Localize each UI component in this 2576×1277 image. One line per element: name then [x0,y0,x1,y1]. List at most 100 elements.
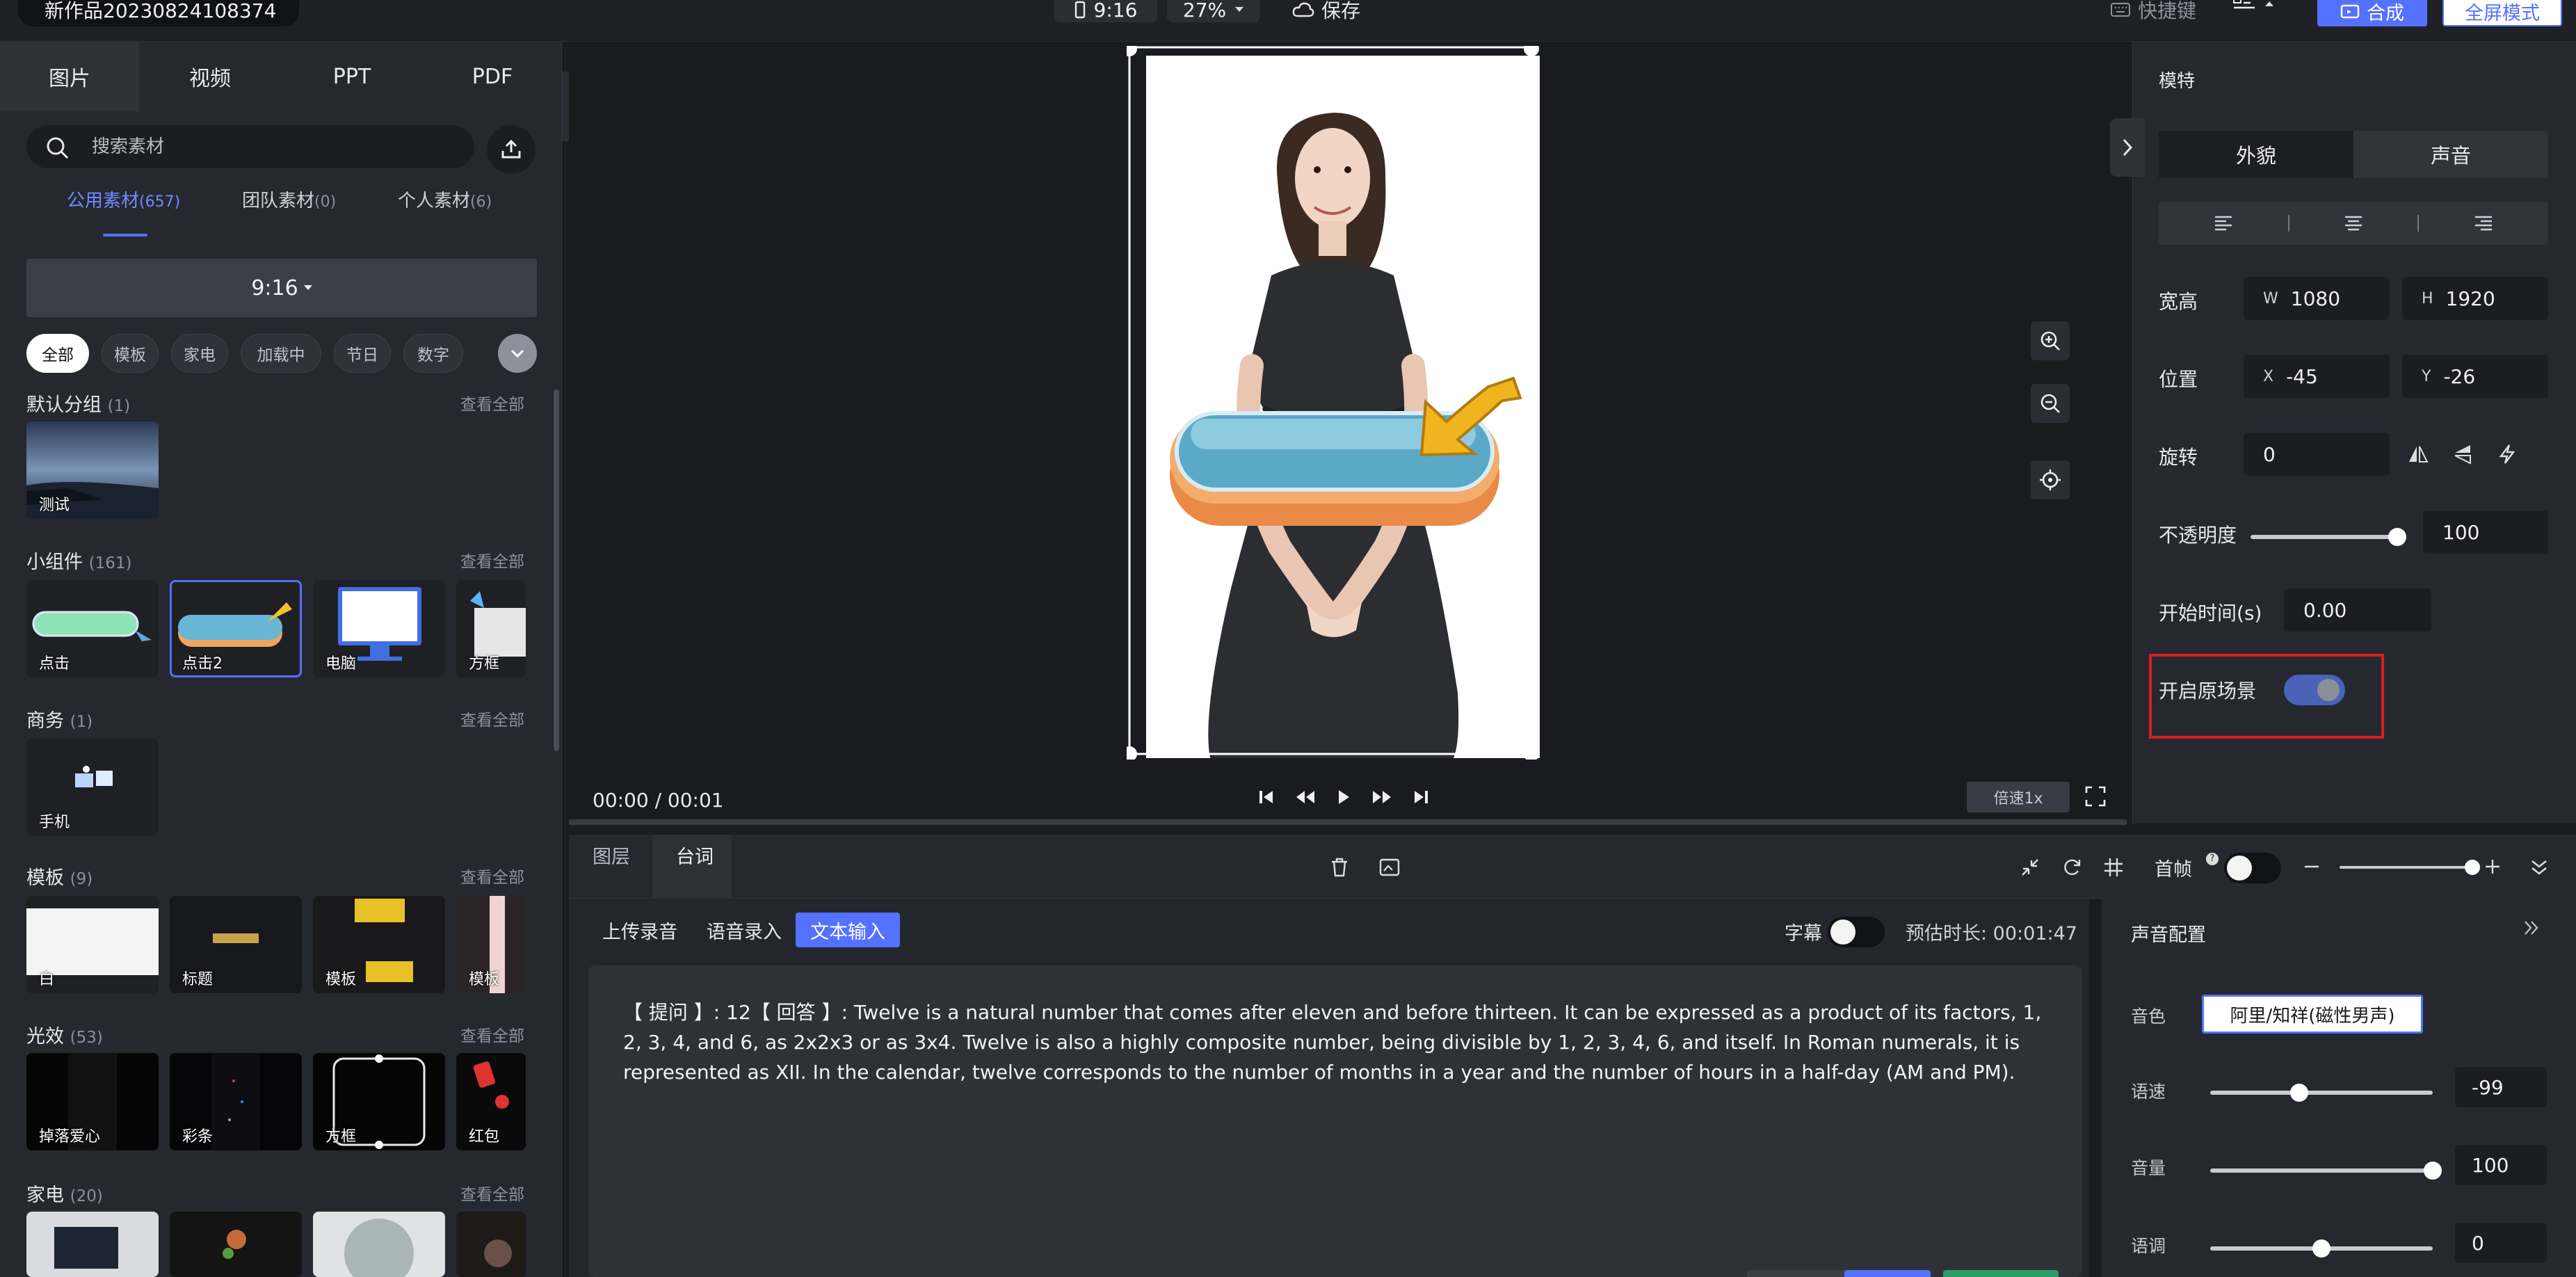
asset-thumb-appliance-2[interactable] [170,1212,302,1277]
asset-thumb-ribbons[interactable]: 彩条 [170,1053,302,1150]
align-center-icon[interactable] [2344,215,2363,232]
compose-button[interactable]: 合成 [2317,0,2427,26]
tab-pdf[interactable]: PDF [423,42,562,111]
zoom-out-button[interactable] [2031,384,2070,423]
chip-all[interactable]: 全部 [26,334,89,373]
collapse-timeline-button[interactable] [2530,858,2548,876]
start-time-field[interactable]: 0.00 [2284,588,2431,632]
upload-button[interactable] [487,125,536,174]
asset-thumb-appliance-4[interactable] [456,1212,526,1277]
auto-align-icon[interactable] [2497,444,2518,465]
skip-end-icon[interactable] [1413,789,1428,805]
collapse-right-panel-button[interactable] [2110,118,2145,177]
tab-appearance[interactable]: 外貌 [2159,131,2353,178]
asset-scrollbar[interactable] [554,389,559,751]
asset-thumb-redpacket[interactable]: 红包 [456,1053,526,1150]
asset-thumb-appliance-3[interactable] [313,1212,445,1277]
expand-chips-button[interactable] [498,334,537,373]
chip-holiday[interactable]: 节日 [334,334,391,373]
see-all-link[interactable]: 查看全部 [460,1181,524,1205]
zoom-in-button[interactable] [2031,321,2070,360]
save-button[interactable]: 保存 [1292,0,1360,24]
flip-vertical-icon[interactable] [2452,444,2473,465]
asset-thumb-laptop[interactable] [26,1212,159,1277]
tab-videos[interactable]: 视频 [139,42,281,111]
asset-thumb-white[interactable]: 白 [26,896,159,993]
footer-button-confirm[interactable] [1943,1270,2059,1277]
opacity-slider-knob[interactable] [2388,528,2406,546]
fast-forward-icon[interactable] [1371,789,1392,805]
play-icon[interactable] [1337,789,1351,805]
see-all-link[interactable]: 查看全部 [460,548,524,572]
subtitle-toggle[interactable] [1828,917,1885,947]
asset-thumb-frame-light[interactable]: 方框 [313,1053,445,1150]
align-left-icon[interactable] [2214,215,2233,232]
original-scene-toggle[interactable] [2284,675,2345,705]
timeline-progress[interactable] [569,819,2127,825]
pitch-slider-track[interactable] [2210,1239,2433,1258]
height-field[interactable]: H 1920 [2402,277,2548,320]
fullscreen-mode-button[interactable]: 全屏模式 [2442,0,2562,26]
pitch-field[interactable]: 0 [2455,1223,2547,1263]
subtab-public[interactable]: 公用素材(657) [67,186,180,212]
opacity-slider-track[interactable] [2251,528,2406,546]
timeline-zoom-knob[interactable] [2465,860,2480,875]
recenter-button[interactable] [2031,460,2070,499]
asset-thumb-computer[interactable]: 电脑 [313,580,445,677]
mode-voice-input[interactable]: 语音录入 [701,913,787,947]
see-all-link[interactable]: 查看全部 [460,864,524,888]
script-textarea[interactable]: 【 提问 】: 12【 回答 】: Twelve is a natural nu… [588,965,2082,1277]
tab-layers[interactable]: 图层 [593,842,630,869]
zoom-minus-button[interactable] [2303,858,2320,875]
asset-thumb-template[interactable]: 模板 [313,896,445,993]
refresh-icon[interactable] [2061,857,2082,878]
subtab-personal[interactable]: 个人素材(6) [398,186,492,212]
zoom-select[interactable]: 27% [1167,0,1260,22]
rewind-icon[interactable] [1295,789,1316,805]
see-all-link[interactable]: 查看全部 [460,707,524,730]
compress-icon[interactable] [2020,857,2040,878]
tab-script[interactable]: 台词 [676,842,714,869]
chip-number[interactable]: 数字 [403,334,463,373]
volume-slider-track[interactable] [2210,1162,2442,1180]
chip-appliance[interactable]: 家电 [171,334,228,373]
timbre-select[interactable]: 阿里/知祥(磁性男声) [2202,995,2423,1034]
footer-button-primary[interactable] [1844,1270,1931,1277]
mode-text-input[interactable]: 文本输入 [796,913,900,947]
x-field[interactable]: X -45 [2244,355,2390,398]
delete-button[interactable] [1330,857,1349,878]
timeline-zoom-track[interactable] [2340,860,2480,875]
skip-start-icon[interactable] [1259,789,1274,805]
layout-menu-button[interactable] [2232,0,2274,13]
project-title[interactable]: 新作品20230824108374 [18,0,299,26]
asset-thumb-phone[interactable]: 手机 [26,739,159,836]
asset-thumb-click[interactable]: 点击 [26,580,159,677]
y-field[interactable]: Y -26 [2402,355,2548,398]
asset-thumb-hearts[interactable]: 掉落爱心 [26,1053,159,1150]
chip-loading[interactable]: 加载中 [241,334,321,373]
search-input[interactable] [90,125,452,168]
subtab-team[interactable]: 团队素材(0) [242,186,336,212]
volume-slider-knob[interactable] [2424,1162,2442,1180]
replace-image-button[interactable] [1378,857,1401,878]
help-icon[interactable]: ? [2206,853,2219,865]
chip-template[interactable]: 模板 [102,334,159,373]
asset-thumb-template-2[interactable]: 模板 [456,896,526,993]
shortcut-button[interactable]: 快捷键 [2110,0,2196,24]
see-all-link[interactable]: 查看全部 [460,391,524,415]
mode-upload-recording[interactable]: 上传录音 [597,913,683,947]
ratio-select[interactable]: 9:16 [1054,0,1157,22]
asset-thumb-frame[interactable]: 方框 [456,580,526,677]
pitch-slider-knob[interactable] [2312,1239,2331,1258]
volume-field[interactable]: 100 [2455,1145,2547,1185]
asset-thumb-title[interactable]: 标题 [170,896,302,993]
ratio-filter-select[interactable]: 9:16 [26,259,537,317]
flip-horizontal-icon[interactable] [2408,444,2429,465]
playback-speed-select[interactable]: 倍速1x [1967,782,2070,812]
asset-thumb-click2[interactable]: 点击2 [170,580,302,677]
first-frame-toggle[interactable] [2224,853,2281,883]
tab-images[interactable]: 图片 [0,42,139,111]
align-right-icon[interactable] [2474,215,2493,232]
speed-slider-knob[interactable] [2290,1084,2308,1102]
tab-voice[interactable]: 声音 [2353,131,2548,178]
